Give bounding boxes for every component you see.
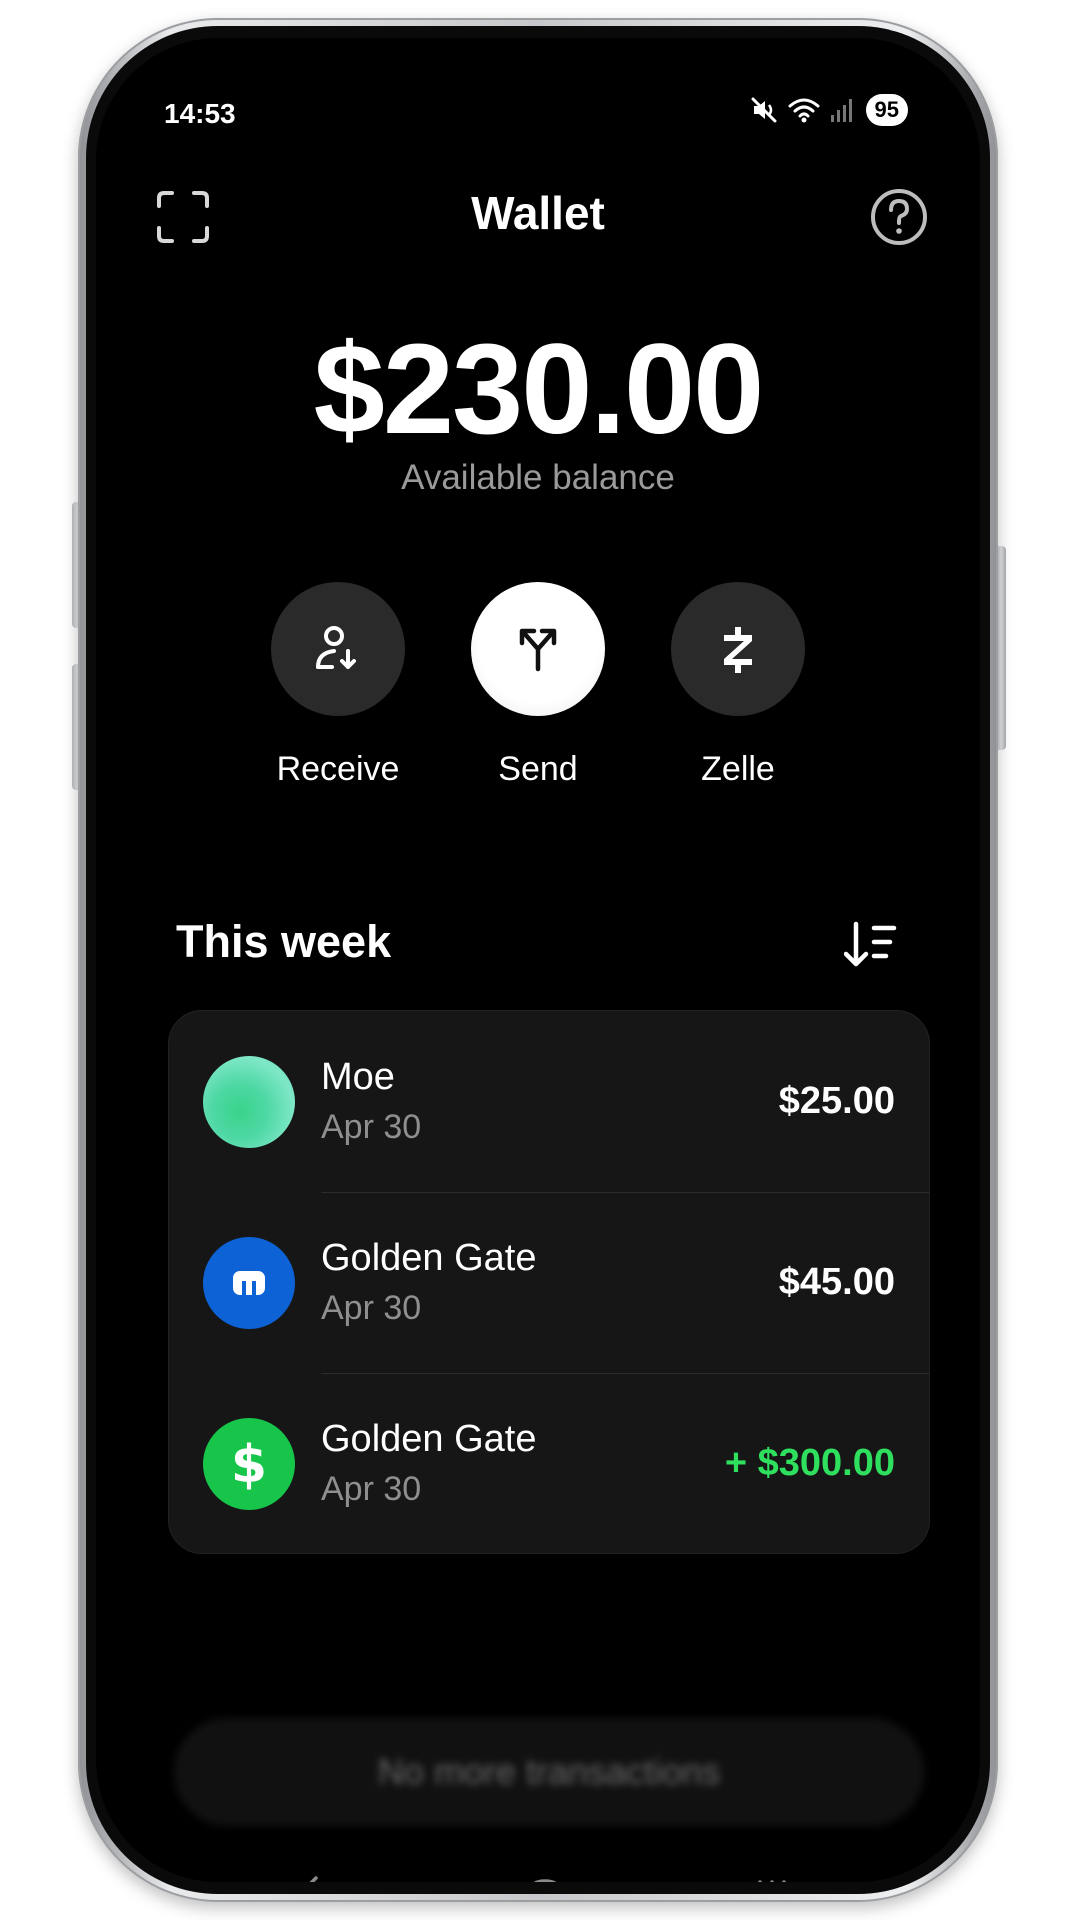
- transaction-text: Golden Gate Apr 30: [321, 1416, 725, 1512]
- transaction-name: Golden Gate: [321, 1236, 537, 1279]
- transaction-date: Apr 30: [321, 1288, 422, 1327]
- transaction-text: Golden Gate Apr 30: [321, 1235, 779, 1331]
- balance-label: Available balance: [401, 458, 675, 497]
- transaction-row[interactable]: Golden Gate Apr 30 $45.00: [169, 1192, 929, 1373]
- home-icon[interactable]: [526, 1878, 564, 1882]
- recent-apps-icon[interactable]: [754, 1878, 790, 1882]
- dollar-icon: $: [231, 1436, 267, 1492]
- signal-icon: [830, 99, 852, 122]
- transaction-amount: $25.00: [778, 1080, 895, 1122]
- zelle-button[interactable]: [671, 582, 805, 716]
- wifi-icon: [788, 98, 820, 123]
- page-title: Wallet: [471, 187, 605, 239]
- transaction-name: Golden Gate: [321, 1417, 537, 1460]
- receive-icon: [316, 626, 356, 669]
- zelle-action[interactable]: Zelle: [671, 582, 805, 789]
- zelle-icon: [724, 627, 752, 673]
- send-icon: [519, 628, 557, 672]
- zelle-label: Zelle: [701, 750, 775, 788]
- transaction-row[interactable]: Moe Apr 30 $25.00: [169, 1011, 929, 1192]
- transaction-text: Moe Apr 30: [321, 1054, 779, 1150]
- status-time: 14:53: [164, 98, 236, 129]
- phone-frame: 14:53 95 Wallet $230.00 Available balanc…: [78, 18, 998, 1902]
- transaction-name: Moe: [321, 1055, 395, 1098]
- sort-icon[interactable]: [844, 920, 898, 970]
- screen: 14:53 95 Wallet $230.00 Available balanc…: [96, 38, 980, 1882]
- transaction-date: Apr 30: [321, 1107, 422, 1146]
- receive-button[interactable]: [271, 582, 405, 716]
- back-icon[interactable]: [294, 1874, 324, 1882]
- transaction-date: Apr 30: [321, 1469, 422, 1508]
- help-icon[interactable]: [870, 188, 928, 246]
- no-more-transactions: No more transactions: [174, 1718, 924, 1826]
- phone-bezel: 14:53 95 Wallet $230.00 Available balanc…: [86, 26, 990, 1894]
- send-action[interactable]: Send: [471, 582, 605, 789]
- receive-action[interactable]: Receive: [271, 582, 405, 789]
- stage: 14:53 95 Wallet $230.00 Available balanc…: [0, 0, 1080, 1920]
- send-label: Send: [498, 750, 578, 788]
- mute-icon: [751, 97, 777, 123]
- bank-icon: [233, 1270, 265, 1295]
- cash-avatar: $: [203, 1417, 295, 1510]
- gradient-avatar: [203, 1055, 295, 1148]
- transaction-amount: + $300.00: [724, 1442, 895, 1484]
- transaction-row[interactable]: $ Golden Gate Apr 30 + $300.00: [169, 1373, 929, 1554]
- status-icons: 95: [750, 94, 908, 126]
- action-row: Receive Send Zelle: [96, 582, 980, 789]
- receive-label: Receive: [276, 750, 400, 788]
- transaction-amount: $45.00: [778, 1261, 895, 1303]
- send-button[interactable]: [471, 582, 605, 716]
- battery-badge: 95: [865, 94, 908, 126]
- transactions-card: Moe Apr 30 $25.00 Golden Gate Apr 30 $45…: [168, 1010, 930, 1554]
- section-title: This week: [176, 916, 392, 967]
- svg-text:$: $: [231, 1436, 267, 1492]
- bank-avatar: [203, 1236, 295, 1329]
- balance-amount: $230.00: [313, 318, 765, 461]
- navigation-bar: [96, 1870, 980, 1882]
